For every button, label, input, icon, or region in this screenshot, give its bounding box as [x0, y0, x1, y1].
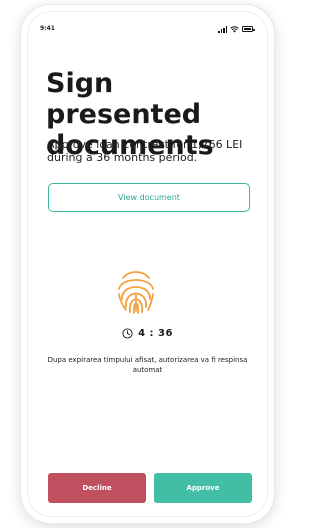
battery-icon: [242, 26, 255, 32]
timer-value: 4 : 36: [138, 328, 173, 339]
approve-button[interactable]: Approve: [154, 473, 252, 503]
status-icons: [218, 25, 255, 33]
screen: 9:41 Sign presented documents Approve lo…: [27, 11, 268, 517]
view-document-button[interactable]: View document: [48, 183, 250, 212]
page-subtitle: Approve loan contract for 1,766 LEI duri…: [47, 138, 243, 164]
timer: 4 : 36: [28, 328, 267, 339]
clock-icon: [122, 328, 133, 339]
phone-frame: 9:41 Sign presented documents Approve lo…: [20, 4, 275, 524]
signal-icon: [218, 26, 227, 33]
wifi-icon: [230, 25, 239, 32]
expiration-notice: Dupa expirarea timpului afisat, autoriza…: [47, 356, 248, 374]
status-time: 9:41: [40, 25, 55, 32]
status-bar: 9:41: [40, 25, 255, 35]
decline-button[interactable]: Decline: [48, 473, 146, 503]
fingerprint-icon: [118, 271, 154, 314]
